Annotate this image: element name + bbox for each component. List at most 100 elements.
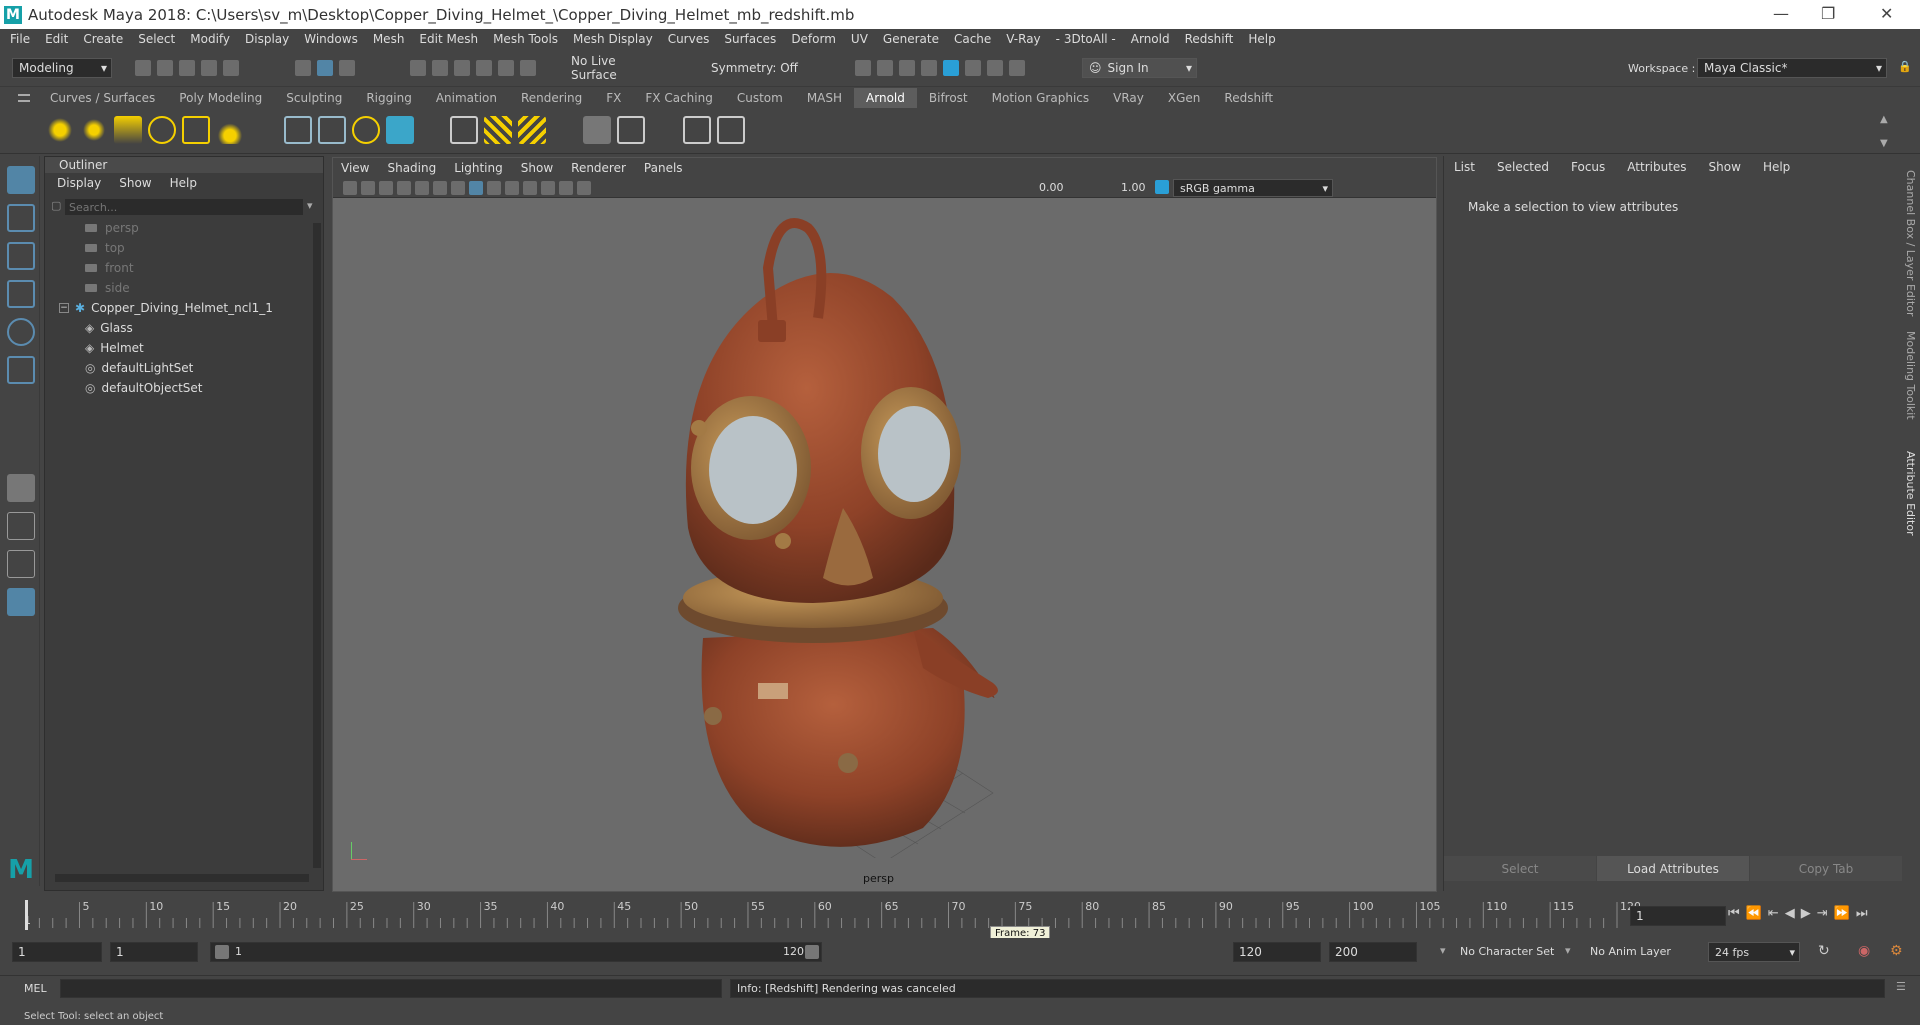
- menu-item[interactable]: Edit Mesh: [419, 32, 478, 46]
- preferences-icon[interactable]: ⚙: [1890, 943, 1903, 959]
- ipr-render-icon[interactable]: [899, 60, 915, 76]
- outliner-item[interactable]: persp: [85, 219, 139, 237]
- smooth-shade-icon[interactable]: [469, 181, 483, 195]
- rotate-tool-icon[interactable]: [7, 318, 35, 346]
- shadows-icon[interactable]: [523, 181, 537, 195]
- menu-item[interactable]: Mesh Display: [573, 32, 653, 46]
- four-view-icon[interactable]: [7, 512, 35, 540]
- tab-poly-modeling[interactable]: Poly Modeling: [167, 88, 274, 108]
- shelf-scroll-down-icon[interactable]: ▼: [1880, 138, 1888, 149]
- select-button[interactable]: Select: [1444, 856, 1596, 881]
- tab-custom[interactable]: Custom: [725, 88, 795, 108]
- menu-item[interactable]: Surfaces: [724, 32, 776, 46]
- outliner-menu-help[interactable]: Help: [170, 176, 197, 190]
- playback-start-field[interactable]: 1: [110, 942, 198, 962]
- outliner-item[interactable]: ◎ defaultObjectSet: [85, 379, 203, 397]
- playback-end-field[interactable]: 120: [1233, 942, 1321, 962]
- render-view-eye-icon[interactable]: [683, 116, 711, 144]
- paint-select-icon[interactable]: [7, 242, 35, 270]
- snap-view-icon[interactable]: [520, 60, 536, 76]
- pause-icon[interactable]: [1009, 60, 1025, 76]
- lock-icon[interactable]: 🔒: [1898, 60, 1912, 73]
- outliner-menu-display[interactable]: Display: [57, 176, 101, 190]
- tab-arnold[interactable]: Arnold: [854, 88, 917, 108]
- ae-menu-attributes[interactable]: Attributes: [1627, 160, 1686, 174]
- skydome-light-icon[interactable]: [148, 116, 176, 144]
- save-scene-icon[interactable]: [179, 60, 195, 76]
- fps-dropdown[interactable]: 24 fps ▾: [1708, 942, 1800, 962]
- menu-item[interactable]: V-Ray: [1006, 32, 1040, 46]
- step-back-key-icon[interactable]: ⏪: [1746, 906, 1762, 921]
- snap-projected-icon[interactable]: [476, 60, 492, 76]
- menu-item[interactable]: Create: [83, 32, 123, 46]
- command-input[interactable]: [60, 979, 722, 998]
- two-view-icon[interactable]: [7, 550, 35, 578]
- ae-menu-show[interactable]: Show: [1709, 160, 1741, 174]
- scale-tool-icon[interactable]: [7, 356, 35, 384]
- outliner-vscrollbar[interactable]: [313, 223, 321, 868]
- viewport-menu-lighting[interactable]: Lighting: [454, 161, 503, 175]
- loop-icon[interactable]: ↻: [1818, 943, 1830, 959]
- copy-tab-button[interactable]: Copy Tab: [1750, 856, 1902, 881]
- select-object-icon[interactable]: [317, 60, 333, 76]
- select-component-icon[interactable]: [339, 60, 355, 76]
- restore-icon[interactable]: ❐: [1821, 4, 1835, 23]
- outliner-item[interactable]: front: [85, 259, 134, 277]
- chevron-down-icon[interactable]: ▾: [307, 199, 313, 212]
- range-end-handle[interactable]: [805, 945, 819, 959]
- select-hierarchy-icon[interactable]: [295, 60, 311, 76]
- shelf-menu-icon[interactable]: [18, 94, 30, 102]
- ae-menu-focus[interactable]: Focus: [1571, 160, 1605, 174]
- viewport-menu-show[interactable]: Show: [521, 161, 553, 175]
- character-set-icon[interactable]: ▾: [1440, 944, 1446, 957]
- menu-item[interactable]: Mesh Tools: [493, 32, 558, 46]
- lasso-tool-icon[interactable]: [7, 204, 35, 232]
- outliner-item[interactable]: ◎ defaultLightSet: [85, 359, 193, 377]
- menu-item[interactable]: Redshift: [1185, 32, 1234, 46]
- tab-mash[interactable]: MASH: [795, 88, 854, 108]
- curve-collector-icon[interactable]: [352, 116, 380, 144]
- wireframe-icon[interactable]: [451, 181, 465, 195]
- menu-item[interactable]: Display: [245, 32, 289, 46]
- physical-sky-icon[interactable]: [216, 116, 244, 144]
- script-editor-icon[interactable]: ☰: [1896, 980, 1906, 993]
- outliner-item[interactable]: top: [85, 239, 125, 257]
- film-gate-icon[interactable]: [415, 181, 429, 195]
- material-icon[interactable]: [583, 116, 611, 144]
- tab-redshift[interactable]: Redshift: [1212, 88, 1285, 108]
- auto-key-icon[interactable]: ◉: [1858, 943, 1870, 959]
- license-icon[interactable]: [518, 116, 546, 144]
- render-play-icon[interactable]: [717, 116, 745, 144]
- render-view-icon[interactable]: [877, 60, 893, 76]
- spot-light-icon[interactable]: [114, 116, 142, 144]
- ae-menu-list[interactable]: List: [1454, 160, 1475, 174]
- play-forward-icon[interactable]: ▶: [1801, 906, 1811, 921]
- viewport-menu-view[interactable]: View: [341, 161, 369, 175]
- camera-attributes-icon[interactable]: [343, 181, 357, 195]
- outliner-search-input[interactable]: [65, 199, 303, 215]
- shelf-scroll-up-icon[interactable]: ▲: [1880, 114, 1888, 125]
- snap-curve-icon[interactable]: [432, 60, 448, 76]
- textured-icon[interactable]: [487, 181, 501, 195]
- menu-item[interactable]: - 3DtoAll -: [1056, 32, 1116, 46]
- new-scene-icon[interactable]: [135, 60, 151, 76]
- menu-item[interactable]: Help: [1248, 32, 1275, 46]
- live-surface-field[interactable]: No Live Surface: [565, 54, 665, 82]
- outliner-item[interactable]: ◈ Glass: [85, 319, 133, 337]
- time-slider[interactable]: 5 10 15 20 25 30 35 40 45 50 55 60 65 70 75 80 85 90 95 100…: [0, 898, 1920, 941]
- ae-menu-selected[interactable]: Selected: [1497, 160, 1549, 174]
- ambient-occlusion-icon[interactable]: [541, 181, 555, 195]
- tab-attribute-editor[interactable]: Attribute Editor: [1904, 451, 1917, 536]
- time-ruler[interactable]: 5 10 15 20 25 30 35 40 45 50 55 60 65 70 75 80 85 90 95 100…: [0, 898, 1640, 932]
- color-management-icon[interactable]: [1155, 180, 1169, 194]
- tab-motion-graphics[interactable]: Motion Graphics: [980, 88, 1102, 108]
- menu-item[interactable]: Arnold: [1131, 32, 1170, 46]
- animation-end-field[interactable]: 200: [1329, 942, 1417, 962]
- render-settings-icon[interactable]: [921, 60, 937, 76]
- exposure-value[interactable]: 0.00: [1039, 181, 1064, 194]
- bookmark-icon[interactable]: [361, 181, 375, 195]
- chevron-down-icon[interactable]: ▾: [1565, 944, 1571, 957]
- tab-channel-box[interactable]: Channel Box / Layer Editor: [1904, 170, 1917, 317]
- go-to-end-icon[interactable]: ⏭: [1856, 906, 1868, 921]
- menu-item[interactable]: Curves: [668, 32, 710, 46]
